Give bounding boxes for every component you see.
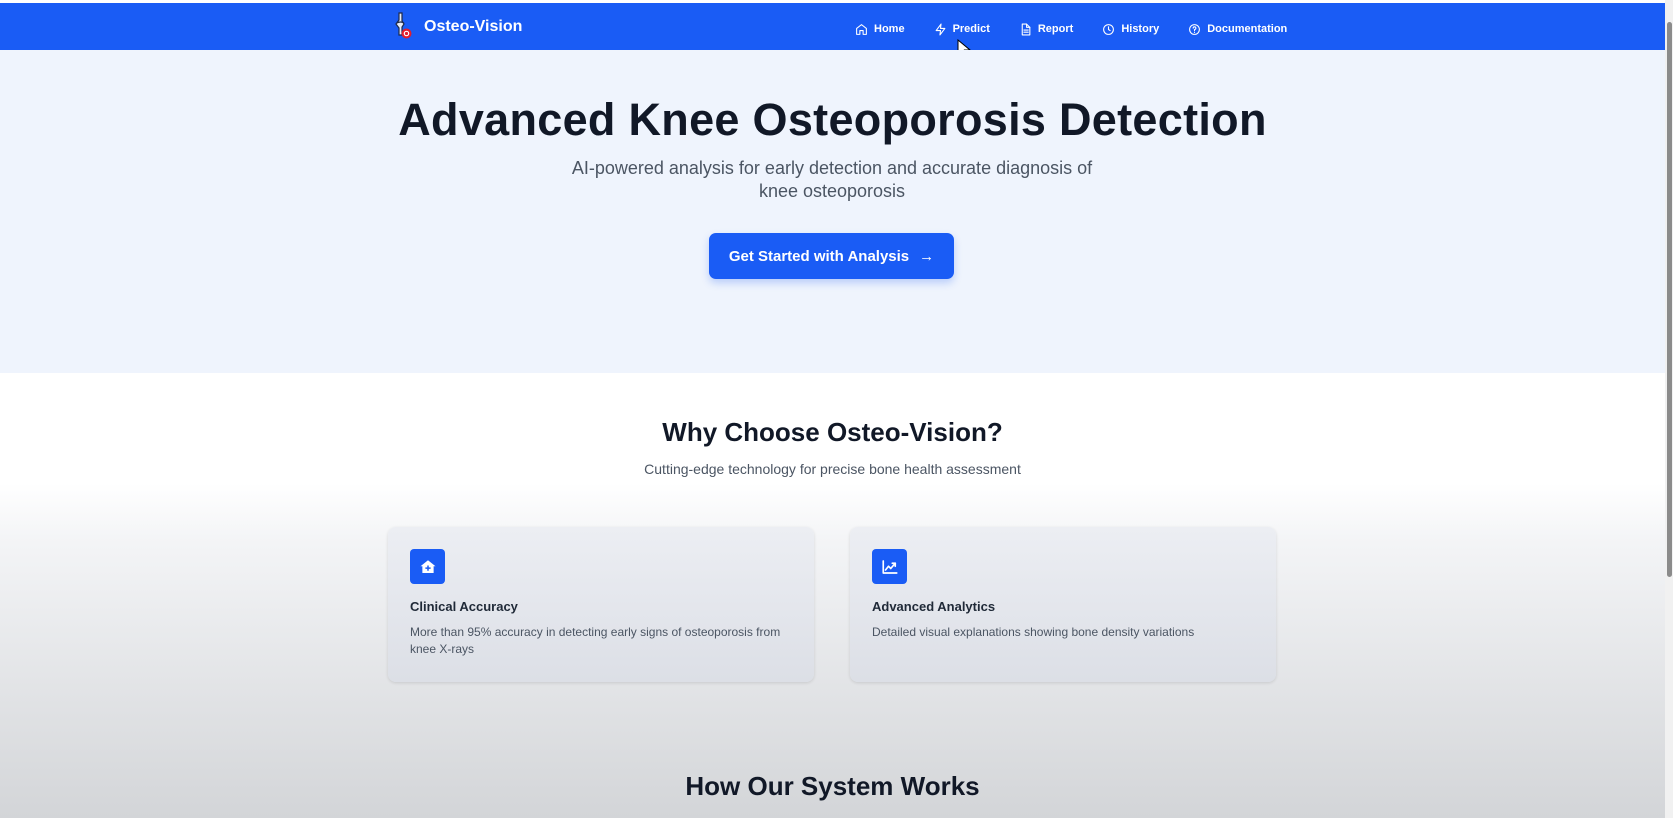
clock-icon: [1103, 23, 1115, 35]
card-description: Detailed visual explanations showing bon…: [872, 625, 1195, 639]
feature-card-advanced-analytics: Advanced Analytics Detailed visual expla…: [850, 527, 1276, 682]
nav-item-predict[interactable]: Predict: [934, 23, 990, 36]
card-description: More than 95% accuracy in detecting earl…: [410, 625, 781, 656]
nav-item-history[interactable]: History: [1102, 23, 1159, 36]
brand-link[interactable]: Osteo-Vision: [390, 12, 522, 42]
chart-trend-icon: [872, 549, 907, 584]
nav-item-home[interactable]: Home: [855, 23, 905, 36]
medical-home-icon: [410, 549, 445, 584]
nav-item-label: Report: [1037, 23, 1074, 35]
hero-title: Advanced Knee Osteoporosis Detection: [398, 94, 1267, 145]
hero-section: Advanced Knee Osteoporosis Detection AI-…: [0, 50, 1665, 373]
page-scrollbar-thumb[interactable]: [1667, 22, 1672, 577]
features-title: Why Choose Osteo-Vision?: [662, 417, 1003, 447]
home-icon: [856, 23, 867, 35]
nav-item-report[interactable]: Report: [1019, 23, 1073, 36]
features-subtitle: Cutting-edge technology for precise bone…: [644, 461, 1021, 477]
nav-item-label: History: [1121, 23, 1160, 35]
main-nav: Home Predict Report History Documentatio…: [855, 19, 1287, 39]
hero-subtitle: AI-powered analysis for early detection …: [571, 158, 1093, 201]
how-it-works-title: How Our System Works: [685, 771, 980, 801]
document-icon: [1021, 23, 1031, 35]
knee-joint-logo: [395, 12, 412, 39]
brand-name: Osteo-Vision: [424, 18, 523, 35]
help-circle-icon: [1189, 23, 1201, 35]
top-navbar: Osteo-Vision Home Predict Report History…: [0, 3, 1665, 50]
nav-item-label: Predict: [952, 23, 990, 35]
arrow-right-icon: →: [919, 247, 935, 265]
cta-label: Get Started with Analysis: [728, 247, 910, 265]
nav-item-documentation[interactable]: Documentation: [1188, 23, 1287, 36]
nav-item-label: Home: [874, 23, 905, 35]
activity-icon: [935, 23, 945, 35]
get-started-button[interactable]: Get Started with Analysis →: [709, 233, 954, 279]
feature-card-clinical-accuracy: Clinical Accuracy More than 95% accuracy…: [388, 527, 814, 682]
nav-item-label: Documentation: [1207, 23, 1288, 35]
card-title: Clinical Accuracy: [410, 599, 518, 614]
features-section: Why Choose Osteo-Vision? Cutting-edge te…: [0, 373, 1665, 818]
card-title: Advanced Analytics: [872, 599, 996, 614]
